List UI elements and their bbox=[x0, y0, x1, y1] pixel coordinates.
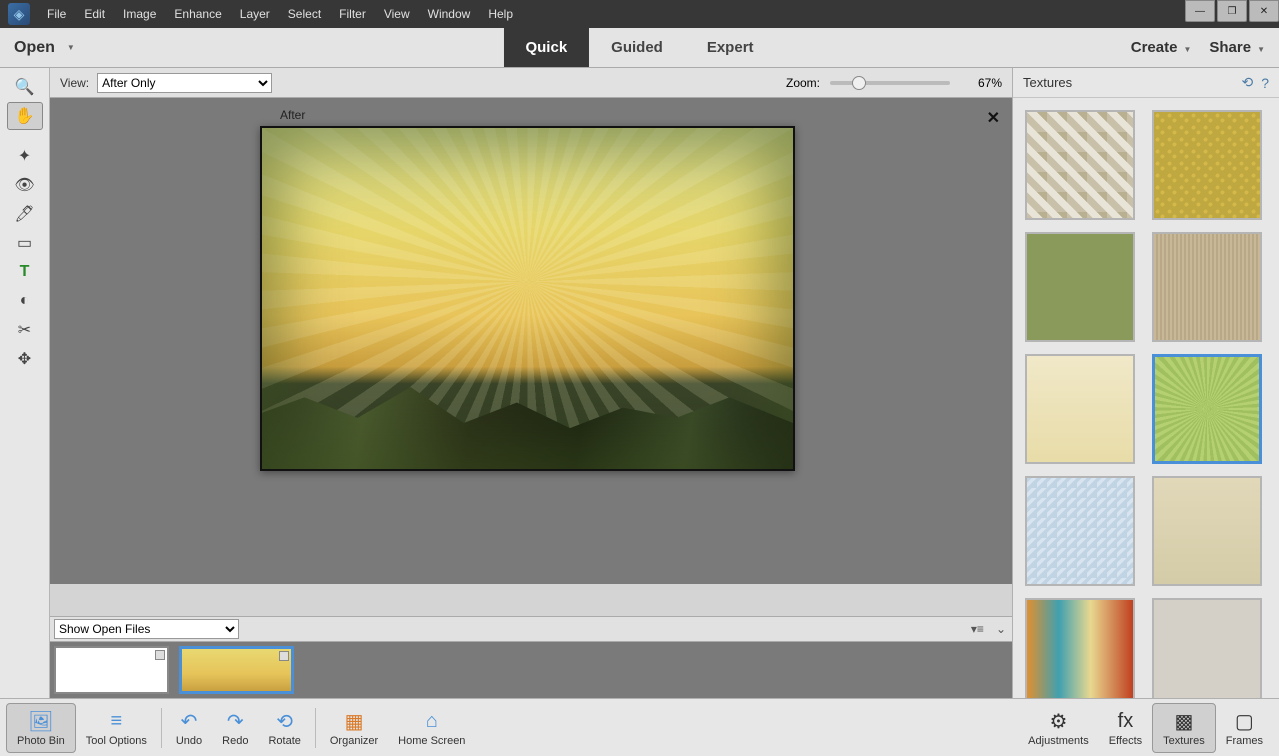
share-button[interactable]: Share▼ bbox=[1209, 39, 1265, 56]
straighten-tool[interactable]: ▭ bbox=[7, 229, 43, 257]
maximize-button[interactable]: ❐ bbox=[1217, 0, 1247, 22]
tool-bar: 🔍✋ ✦👁🖊▭T◐✂✥ bbox=[0, 68, 50, 698]
view-select[interactable]: After Only bbox=[97, 73, 272, 93]
texture-swatch[interactable] bbox=[1025, 110, 1135, 220]
mode-bar: Open▼ QuickGuidedExpert Create▼ Share▼ bbox=[0, 28, 1279, 68]
menu-help[interactable]: Help bbox=[479, 0, 522, 28]
close-document-icon[interactable]: ✕ bbox=[987, 108, 1000, 128]
menu-view[interactable]: View bbox=[375, 0, 419, 28]
photo-bin-button[interactable]: 🖼Photo Bin bbox=[6, 703, 76, 753]
image-canvas[interactable] bbox=[260, 126, 795, 471]
menu-enhance[interactable]: Enhance bbox=[165, 0, 230, 28]
texture-swatch[interactable] bbox=[1152, 598, 1262, 698]
quick-select-tool[interactable]: ✦ bbox=[7, 142, 43, 170]
texture-swatch[interactable] bbox=[1152, 110, 1262, 220]
textures-button[interactable]: ▩Textures bbox=[1152, 703, 1216, 753]
texture-swatch[interactable] bbox=[1025, 354, 1135, 464]
crop-tool[interactable]: ✂ bbox=[7, 316, 43, 344]
frames-button[interactable]: ▢Frames bbox=[1216, 703, 1273, 753]
texture-swatch[interactable] bbox=[1025, 598, 1135, 698]
tool-options-button[interactable]: ≡Tool Options bbox=[76, 703, 157, 753]
redo-button[interactable]: ↷Redo bbox=[212, 703, 258, 753]
photo-bin bbox=[50, 642, 1012, 698]
adjustments-button[interactable]: ⚙Adjustments bbox=[1018, 703, 1099, 753]
texture-swatch[interactable] bbox=[1025, 232, 1135, 342]
zoom-value: 67% bbox=[968, 76, 1002, 90]
move-tool[interactable]: ✥ bbox=[7, 345, 43, 373]
whiten-tool[interactable]: 🖊 bbox=[7, 200, 43, 228]
type-tool[interactable]: T bbox=[7, 258, 43, 286]
spot-heal-tool[interactable]: ◐ bbox=[7, 287, 43, 315]
mode-tab-expert[interactable]: Expert bbox=[685, 28, 776, 67]
mode-tab-guided[interactable]: Guided bbox=[589, 28, 685, 67]
menu-layer[interactable]: Layer bbox=[231, 0, 279, 28]
texture-swatch[interactable] bbox=[1152, 476, 1262, 586]
menu-select[interactable]: Select bbox=[279, 0, 330, 28]
menu-image[interactable]: Image bbox=[114, 0, 165, 28]
organizer-button[interactable]: ▦Organizer bbox=[320, 703, 388, 753]
redeye-tool[interactable]: 👁 bbox=[7, 171, 43, 199]
photo-bin-bar: Show Open Files ▾≡ ⌄ bbox=[50, 616, 1012, 642]
texture-swatch[interactable] bbox=[1152, 354, 1262, 464]
rotate-button[interactable]: ⟲Rotate bbox=[258, 703, 310, 753]
texture-swatch[interactable] bbox=[1152, 232, 1262, 342]
options-bar: View: After Only Zoom: 67% bbox=[50, 68, 1012, 98]
hand-tool[interactable]: ✋ bbox=[7, 102, 43, 130]
open-button[interactable]: Open▼ bbox=[0, 28, 89, 67]
minimize-button[interactable]: — bbox=[1185, 0, 1215, 22]
right-panel: Textures ⟲ ? bbox=[1012, 68, 1279, 698]
zoom-slider[interactable] bbox=[830, 81, 950, 85]
menu-file[interactable]: File bbox=[38, 0, 75, 28]
close-button[interactable]: ✕ bbox=[1249, 0, 1279, 22]
effects-button[interactable]: fxEffects bbox=[1099, 703, 1152, 753]
menu-edit[interactable]: Edit bbox=[75, 0, 114, 28]
menu-window[interactable]: Window bbox=[419, 0, 480, 28]
bin-filter-select[interactable]: Show Open Files bbox=[54, 619, 239, 639]
panel-title: Textures bbox=[1023, 75, 1072, 90]
reset-icon[interactable]: ⟲ bbox=[1241, 74, 1253, 91]
bin-options-icon[interactable]: ▾≡ bbox=[971, 622, 984, 636]
canvas-area: ✕ After bbox=[50, 98, 1012, 584]
view-label: View: bbox=[60, 76, 89, 90]
bin-thumbnail[interactable] bbox=[179, 646, 294, 694]
menu-filter[interactable]: Filter bbox=[330, 0, 375, 28]
menu-bar: FileEditImageEnhanceLayerSelectFilterVie… bbox=[0, 0, 1279, 28]
undo-button[interactable]: ↶Undo bbox=[166, 703, 212, 753]
home-screen-button[interactable]: ⌂Home Screen bbox=[388, 703, 475, 753]
mode-tab-quick[interactable]: Quick bbox=[503, 28, 589, 67]
bin-thumbnail[interactable] bbox=[54, 646, 169, 694]
bottom-bar: 🖼Photo Bin≡Tool Options↶Undo↷Redo⟲Rotate… bbox=[0, 698, 1279, 756]
zoom-tool[interactable]: 🔍 bbox=[7, 73, 43, 101]
app-logo bbox=[8, 3, 30, 25]
after-label: After bbox=[280, 108, 305, 122]
create-button[interactable]: Create▼ bbox=[1131, 39, 1192, 56]
zoom-label: Zoom: bbox=[786, 76, 820, 90]
bin-collapse-icon[interactable]: ⌄ bbox=[996, 622, 1006, 636]
help-icon[interactable]: ? bbox=[1261, 75, 1269, 91]
texture-swatch[interactable] bbox=[1025, 476, 1135, 586]
